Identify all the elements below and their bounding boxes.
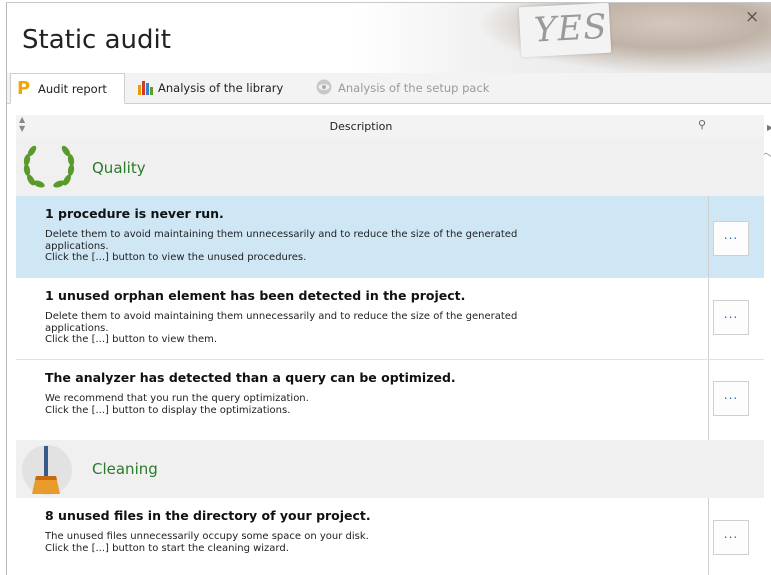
section-label-cleaning: Cleaning <box>92 460 158 478</box>
static-audit-window: YES Static audit × P Audit report Analys… <box>6 2 771 575</box>
tab-analysis-library[interactable]: Analysis of the library <box>137 73 302 103</box>
audit-row[interactable]: 8 unused files in the directory of your … <box>16 498 764 575</box>
details-button[interactable]: ... <box>713 300 749 335</box>
tab-audit-report[interactable]: P Audit report <box>10 73 125 104</box>
audit-row[interactable]: 1 unused orphan element has been detecte… <box>16 278 764 360</box>
section-label-quality: Quality <box>92 159 146 177</box>
row-title: 1 unused orphan element has been detecte… <box>45 288 466 303</box>
row-description: Delete them to avoid maintaining them un… <box>45 311 518 345</box>
eye-icon <box>315 79 333 98</box>
tab-analysis-setup-pack[interactable]: Analysis of the setup pack <box>315 73 515 103</box>
button-column-divider <box>708 196 709 277</box>
window-title: Static audit <box>22 25 171 55</box>
button-column-divider <box>708 278 709 359</box>
column-header-description: Description <box>329 120 393 133</box>
button-column-divider <box>708 498 709 575</box>
window-header: YES Static audit × <box>7 3 771 73</box>
section-quality: Quality <box>16 137 764 196</box>
yes-banner-text: YES <box>532 6 609 51</box>
details-button[interactable]: ... <box>713 381 749 416</box>
row-description: Delete them to avoid maintaining them un… <box>45 229 518 263</box>
tab-bar: P Audit report Analysis of the library A… <box>7 73 771 104</box>
yes-card-image: YES <box>518 3 612 58</box>
p-letter-icon: P <box>16 78 33 99</box>
audit-row[interactable]: 1 procedure is never run. Delete them to… <box>16 196 764 278</box>
tab-label: Analysis of the setup pack <box>338 81 490 95</box>
section-cleaning: Cleaning <box>16 440 764 498</box>
bar-chart-icon <box>137 79 153 98</box>
audit-row[interactable]: The analyzer has detected than a query c… <box>16 360 764 440</box>
audit-grid: ▲▼ Description ⚲ ▶ ︿ <box>16 115 771 575</box>
details-button[interactable]: ... <box>713 520 749 555</box>
broom-icon <box>22 444 72 500</box>
row-title: 1 procedure is never run. <box>45 206 224 221</box>
tab-label: Audit report <box>38 81 107 96</box>
column-header[interactable]: ▲ ▼ Description ⚲ <box>16 115 764 138</box>
close-button[interactable]: × <box>745 7 759 27</box>
row-description: The unused files unnecessarily occupy so… <box>45 531 369 554</box>
button-column-divider <box>708 360 709 440</box>
row-title: 8 unused files in the directory of your … <box>45 508 371 523</box>
svg-text:P: P <box>17 79 30 96</box>
row-title: The analyzer has detected than a query c… <box>45 370 456 385</box>
tab-label: Analysis of the library <box>158 81 284 95</box>
scroll-right-icon[interactable]: ▶ <box>767 123 771 132</box>
row-description: We recommend that you run the query opti… <box>45 393 309 416</box>
laurel-wreath-icon <box>21 142 77 194</box>
details-button[interactable]: ... <box>713 221 749 256</box>
search-icon[interactable]: ⚲ <box>698 118 706 131</box>
